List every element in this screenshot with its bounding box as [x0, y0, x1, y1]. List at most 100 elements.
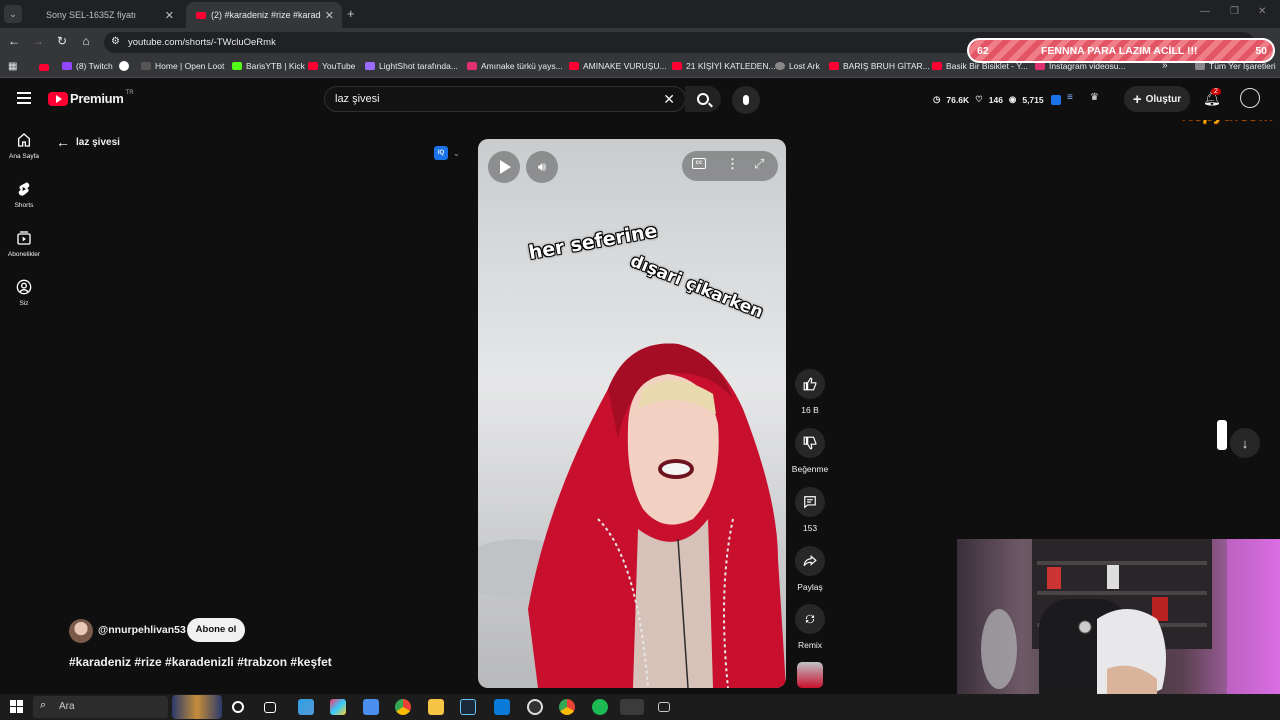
extension-iq-icon[interactable] — [1051, 95, 1061, 105]
cortana-icon[interactable] — [232, 701, 244, 713]
taskbar-search[interactable]: ⌕ Ara — [33, 696, 168, 718]
tab-youtube[interactable]: (2) #karadeniz #rize #karadeniz ✕ — [186, 2, 342, 28]
spotify-icon[interactable] — [592, 699, 608, 715]
search-input[interactable]: laz şivesi — [335, 93, 380, 105]
short-hashtags[interactable]: #karadeniz #rize #karadenizli #trabzon #… — [69, 655, 332, 669]
home-icon — [18, 133, 30, 147]
close-icon[interactable]: ✕ — [325, 9, 334, 22]
back-arrow-icon[interactable]: ← — [6, 34, 22, 48]
remix-icon — [805, 614, 815, 624]
shorts-icon — [18, 182, 30, 196]
new-tab-icon[interactable]: + — [347, 6, 355, 21]
like-button[interactable]: 16 B — [790, 369, 830, 415]
search-button[interactable] — [685, 86, 721, 112]
sound-thumbnail[interactable] — [797, 662, 823, 688]
share-icon — [803, 555, 817, 567]
chrome-2-icon[interactable] — [559, 699, 575, 715]
dislike-button[interactable]: Beğenme — [790, 428, 830, 474]
extension-list-icon[interactable]: ≡ — [1067, 92, 1073, 103]
comment-icon — [804, 496, 816, 509]
window-close-icon[interactable]: ✕ — [1258, 6, 1266, 17]
play-button[interactable] — [488, 151, 520, 183]
nav-home[interactable]: Ana Sayfa — [0, 132, 48, 160]
search-highlight-icon[interactable] — [172, 695, 222, 719]
thumbs-up-icon — [803, 377, 817, 391]
steam-icon[interactable] — [460, 699, 476, 715]
tab-sony[interactable]: Sony SEL-1635Z fiyatı ✕ — [36, 2, 182, 28]
minimize-icon[interactable]: — — [1200, 6, 1210, 17]
bookmark-kick[interactable]: BarisYTB | Kick — [232, 61, 305, 71]
bookmark-21kisi[interactable]: 21 KİŞİYİ KATLEDEN... — [672, 61, 776, 71]
likes-icon: ♡ — [975, 94, 983, 104]
voice-search-button[interactable] — [732, 86, 760, 114]
search-box[interactable]: laz şivesi ✕ — [324, 86, 686, 112]
notification-count-badge: 2 — [1211, 88, 1221, 95]
nav-subscriptions[interactable]: Abonelikler — [0, 230, 48, 258]
chevron-down-icon: ⌄ — [453, 148, 460, 158]
windows-taskbar: ⌕ Ara — [0, 694, 1280, 720]
restore-icon[interactable]: ❐ — [1230, 6, 1239, 17]
copilot-icon[interactable] — [298, 699, 314, 715]
close-icon[interactable]: ✕ — [165, 9, 174, 22]
misc-app-icon[interactable] — [658, 702, 670, 712]
youtube-bookmark-icon[interactable] — [39, 64, 49, 71]
next-short-button[interactable]: ↓ — [1230, 428, 1260, 458]
app-colorful-icon[interactable] — [330, 699, 346, 715]
comments-button[interactable]: 153 — [790, 487, 830, 533]
forward-arrow-icon[interactable]: → — [30, 34, 46, 48]
iq-extension-badge[interactable]: IQ ⌄ — [434, 146, 460, 160]
arrow-down-icon: ↓ — [1241, 435, 1249, 451]
clear-search-icon[interactable]: ✕ — [663, 91, 675, 108]
channel-name[interactable]: @nnurpehlivan53 — [98, 624, 186, 636]
bookmark-instagram-1[interactable]: Amınake türkü yays... — [467, 61, 563, 71]
notifications-button[interactable]: 🔔︎ 2 — [1203, 88, 1221, 108]
nav-shorts[interactable]: Shorts — [0, 181, 48, 209]
obs-icon[interactable] — [527, 699, 543, 715]
bookmark-lostark[interactable]: Lost Ark — [775, 61, 820, 71]
apps-grid-icon[interactable]: ▦ — [8, 61, 17, 72]
subscribe-button[interactable]: Abone ol — [187, 618, 245, 642]
shorts-video-player[interactable]: 🔊︎ cc ⋮ ⤢ her seferine dışari çikarken — [478, 139, 786, 688]
channel-avatar[interactable] — [69, 619, 93, 643]
home-icon[interactable]: ⌂ — [78, 34, 94, 48]
nav-label: Shorts — [14, 202, 34, 209]
scrollbar-thumb[interactable] — [1217, 420, 1227, 450]
browser-tab-bar: ⌄ Sony SEL-1635Z fiyatı ✕ (2) #karadeniz… — [0, 0, 1280, 28]
reload-icon[interactable]: ↻ — [54, 34, 70, 48]
bookmark-twitch[interactable]: (8) Twitch — [62, 61, 113, 71]
bookmark-baris-gitar[interactable]: BARIŞ BRUH GİTAR... — [829, 61, 930, 71]
avatar[interactable] — [1240, 88, 1260, 108]
microphone-icon — [743, 95, 749, 105]
youtube-logo[interactable]: Premium TR — [48, 90, 134, 106]
fullscreen-icon[interactable]: ⤢ — [754, 156, 764, 172]
url-text: youtube.com/shorts/-TWcluOeRmk — [128, 37, 276, 48]
volume-button[interactable]: 🔊︎ — [526, 151, 558, 183]
tab-search-menu[interactable]: ⌄ — [4, 5, 22, 23]
site-info-icon[interactable]: ⚙ — [111, 36, 120, 47]
task-view-icon[interactable] — [264, 702, 276, 713]
create-button[interactable]: + Oluştur — [1124, 86, 1190, 112]
download-app-icon[interactable] — [494, 699, 510, 715]
stat-viewers: 5,715 — [1022, 94, 1044, 105]
back-to-search[interactable]: ← laz şivesi — [56, 134, 120, 150]
google-bookmark-icon[interactable] — [119, 61, 129, 71]
extension-trophy-icon[interactable]: ♛ — [1090, 92, 1099, 103]
bookmark-openloot[interactable]: Home | Open Loot — [141, 61, 224, 71]
captions-icon[interactable]: cc — [692, 158, 706, 169]
bookmark-aminake[interactable]: AMINAKE VURUŞU... — [569, 61, 667, 71]
bookmark-youtube[interactable]: YouTube — [308, 61, 355, 71]
remix-button[interactable]: Remix — [790, 604, 830, 650]
share-button[interactable]: Paylaş — [790, 546, 830, 592]
more-options-icon[interactable]: ⋮ — [726, 156, 739, 172]
volume-icon: 🔊︎ — [537, 159, 547, 174]
chrome-icon[interactable] — [395, 699, 411, 715]
banner-right-count: 50 — [1255, 44, 1267, 57]
menu-icon[interactable] — [17, 92, 31, 104]
store-icon[interactable] — [363, 699, 379, 715]
bookmark-lightshot[interactable]: LightShot tarafında... — [365, 61, 458, 71]
file-explorer-icon[interactable] — [428, 699, 444, 715]
clock-icon: ◷ — [933, 94, 941, 104]
windows-start-icon[interactable] — [10, 700, 23, 713]
nav-you[interactable]: Siz — [0, 279, 48, 307]
discord-active-icon[interactable] — [620, 699, 644, 715]
